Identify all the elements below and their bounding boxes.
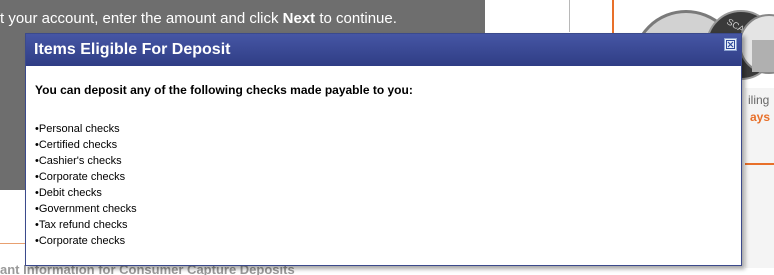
eligible-checks-list: Personal checks Certified checks Cashier… <box>35 121 732 249</box>
divider <box>569 0 570 32</box>
instruction-text: t your account, enter the amount and cli… <box>0 10 283 27</box>
dialog-title: Items Eligible For Deposit <box>34 41 231 58</box>
promo-image <box>752 40 774 72</box>
accent-divider <box>745 163 774 165</box>
eligible-items-dialog: Items Eligible For Deposit You can depos… <box>25 33 742 266</box>
instruction-next-word: Next <box>282 10 316 27</box>
dialog-intro: You can deposit any of the following che… <box>35 83 413 97</box>
close-icon <box>726 40 735 49</box>
dialog-body: You can deposit any of the following che… <box>26 66 741 249</box>
deposit-instruction: t your account, enter the amount and cli… <box>0 10 485 27</box>
list-item: Debit checks <box>35 185 732 201</box>
list-item: Tax refund checks <box>35 217 732 233</box>
list-item: Certified checks <box>35 137 732 153</box>
list-item: Government checks <box>35 201 732 217</box>
list-item: Corporate checks <box>35 169 732 185</box>
dialog-header: Items Eligible For Deposit <box>26 34 741 66</box>
page: t your account, enter the amount and cli… <box>0 0 774 275</box>
side-text-fragment: iling <box>748 93 770 107</box>
side-link-fragment[interactable]: ays <box>750 110 770 124</box>
list-item: Cashier's checks <box>35 153 732 169</box>
list-item: Corporate checks <box>35 233 732 249</box>
list-item: Personal checks <box>35 121 732 137</box>
instruction-suffix: to continue. <box>315 10 397 27</box>
close-button[interactable] <box>724 38 737 51</box>
